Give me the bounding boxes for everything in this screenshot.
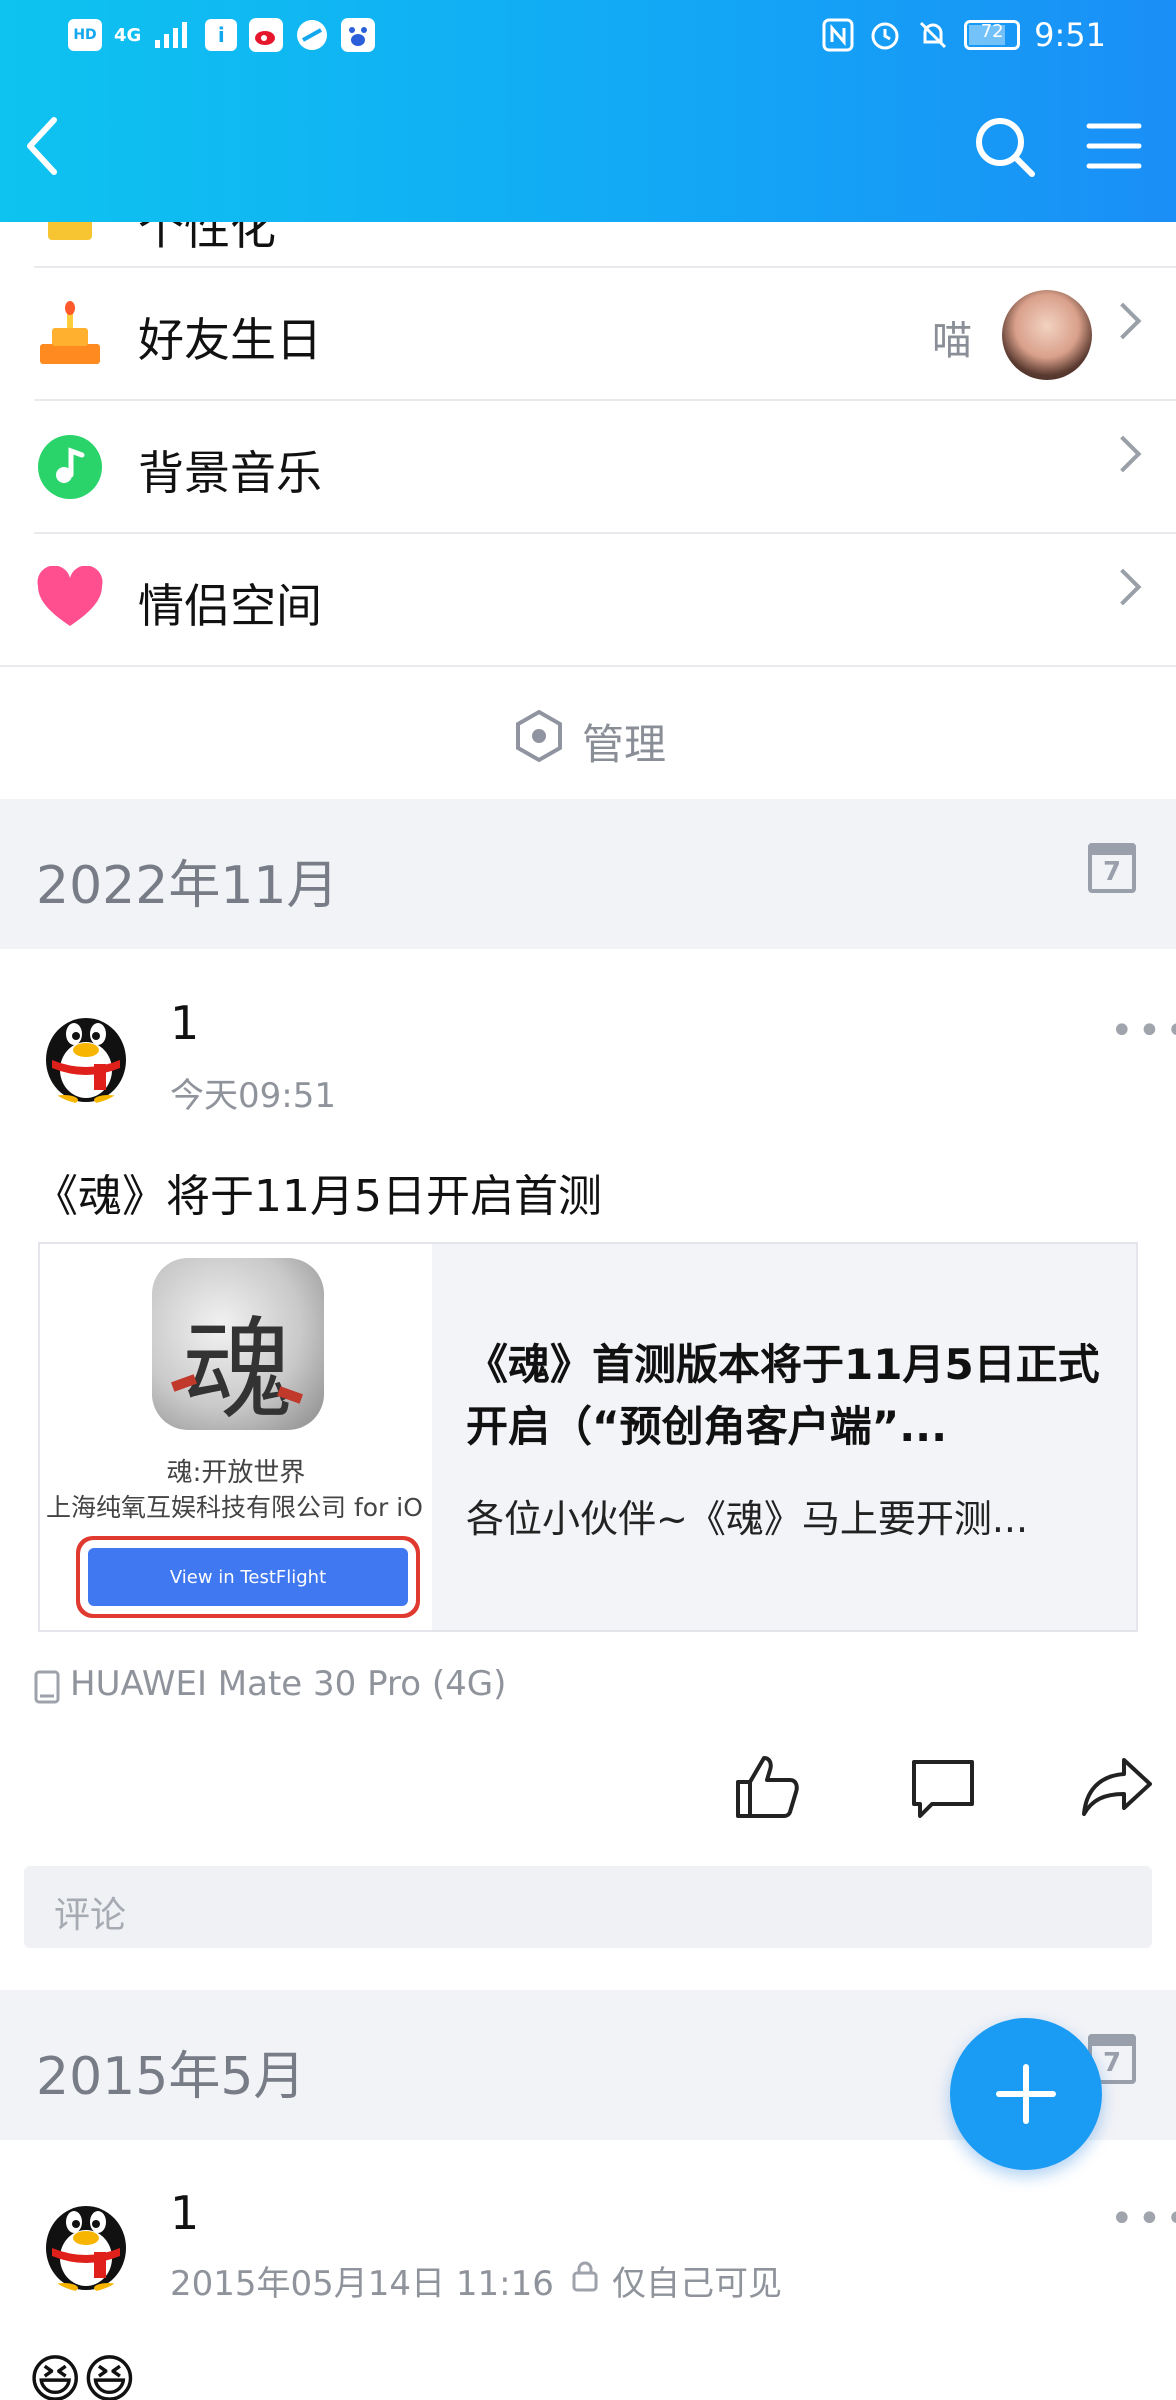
- add-post-button[interactable]: [950, 2018, 1102, 2170]
- app-publisher: 上海纯氧互娱科技有限公司 for iO: [46, 1493, 423, 1522]
- list-row-partial: 个性化: [0, 222, 1176, 268]
- weibo-icon: [249, 18, 284, 52]
- avatar[interactable]: [34, 1000, 138, 1104]
- signal-icon: [155, 22, 188, 48]
- list-item-label: 好友生日: [138, 313, 322, 367]
- chevron-right-icon: [1104, 435, 1142, 473]
- avatar[interactable]: [34, 2188, 138, 2292]
- alarm-icon: [871, 22, 899, 50]
- search-icon[interactable]: [972, 114, 1038, 180]
- link-summary: 各位小伙伴~《魂》马上要开测...: [466, 1497, 1029, 1541]
- device-label: HUAWEI Mate 30 Pro (4G): [70, 1664, 507, 1704]
- manage-button[interactable]: 管理: [0, 667, 1176, 799]
- bell-muted-icon: [920, 21, 947, 49]
- month-label: 2022年11月: [36, 856, 339, 916]
- network-badge: 4G: [114, 24, 142, 46]
- chevron-right-icon: [1104, 302, 1142, 340]
- list-item-label: 情侣空间: [138, 579, 322, 633]
- list-item-friend-birthday[interactable]: 好友生日 喵: [0, 268, 1176, 401]
- clock: 9:51: [1034, 16, 1106, 54]
- link-thumbnail: 魂 魂:开放世界 上海纯氧互娱科技有限公司 for iO View in Tes…: [40, 1244, 432, 1630]
- battery-icon: 72: [964, 20, 1021, 50]
- hexagon-settings-icon: [516, 709, 562, 763]
- comment-icon[interactable]: [908, 1756, 978, 1822]
- list-item-couple-space[interactable]: 情侣空间: [0, 534, 1176, 667]
- month-label: 2015年5月: [36, 2047, 306, 2107]
- status-bar-right: 72 9:51: [822, 16, 1106, 54]
- partial-row-label: 个性化: [138, 222, 276, 255]
- penguin-avatar-icon: [46, 1018, 126, 1104]
- calendar-icon[interactable]: 7: [1088, 843, 1136, 893]
- post-time: 2015年05月14日 11:16: [170, 2264, 554, 2304]
- menu-icon[interactable]: [1086, 118, 1142, 174]
- post-emoji: 😆😆: [28, 2350, 137, 2400]
- post-author[interactable]: 1: [170, 996, 199, 1050]
- birthday-cake-icon: [40, 301, 100, 364]
- comment-placeholder: 评论: [54, 1895, 127, 1936]
- battery-level: 72: [980, 21, 1004, 42]
- chevron-right-icon: [1104, 568, 1142, 606]
- info-app-icon: i: [205, 19, 238, 51]
- link-preview-card[interactable]: 魂 魂:开放世界 上海纯氧互娱科技有限公司 for iO View in Tes…: [38, 1242, 1138, 1632]
- list-item-background-music[interactable]: 背景音乐: [0, 401, 1176, 534]
- share-icon[interactable]: [1080, 1754, 1154, 1820]
- status-bar-left: HD 4G i: [68, 18, 376, 52]
- baidu-icon: [341, 18, 376, 52]
- testflight-button: View in TestFlight: [88, 1548, 408, 1606]
- friend-avatar: [1002, 290, 1092, 380]
- phone-icon: [34, 1670, 60, 1704]
- app-name: 魂:开放世界: [166, 1458, 306, 1488]
- list-item-label: 背景音乐: [138, 446, 322, 500]
- manage-label: 管理: [582, 720, 667, 769]
- browser-icon: [297, 20, 328, 50]
- comment-input[interactable]: 评论: [24, 1866, 1152, 1948]
- nfc-icon: [822, 18, 854, 52]
- more-options-icon[interactable]: •••: [1110, 2196, 1176, 2242]
- app-header: HD 4G i 72 9:51: [0, 0, 1176, 222]
- post-time: 今天09:51: [170, 1076, 336, 1116]
- visibility-label: 仅自己可见: [612, 2264, 782, 2304]
- birthday-friend-name: 喵: [932, 318, 972, 364]
- hd-badge: HD: [68, 19, 102, 51]
- like-icon[interactable]: [732, 1752, 802, 1822]
- app-icon: 魂: [152, 1258, 324, 1430]
- post-author[interactable]: 1: [170, 2186, 199, 2240]
- link-title: 《魂》首测版本将于11月5日正式开启（“预创角客户端”...: [466, 1340, 1100, 1451]
- music-note-icon: [38, 435, 102, 499]
- folder-icon: [48, 222, 92, 240]
- post-text: 《魂》将于11月5日开启首测: [34, 1171, 602, 1222]
- penguin-avatar-icon: [46, 2206, 126, 2292]
- month-header: 2022年11月 7: [0, 799, 1176, 949]
- heart-icon: [37, 566, 103, 626]
- chevron-left-icon[interactable]: [22, 114, 62, 178]
- lock-icon: [572, 2261, 598, 2292]
- app-icon-glyph: 魂: [183, 1306, 293, 1430]
- more-options-icon[interactable]: •••: [1110, 1008, 1176, 1054]
